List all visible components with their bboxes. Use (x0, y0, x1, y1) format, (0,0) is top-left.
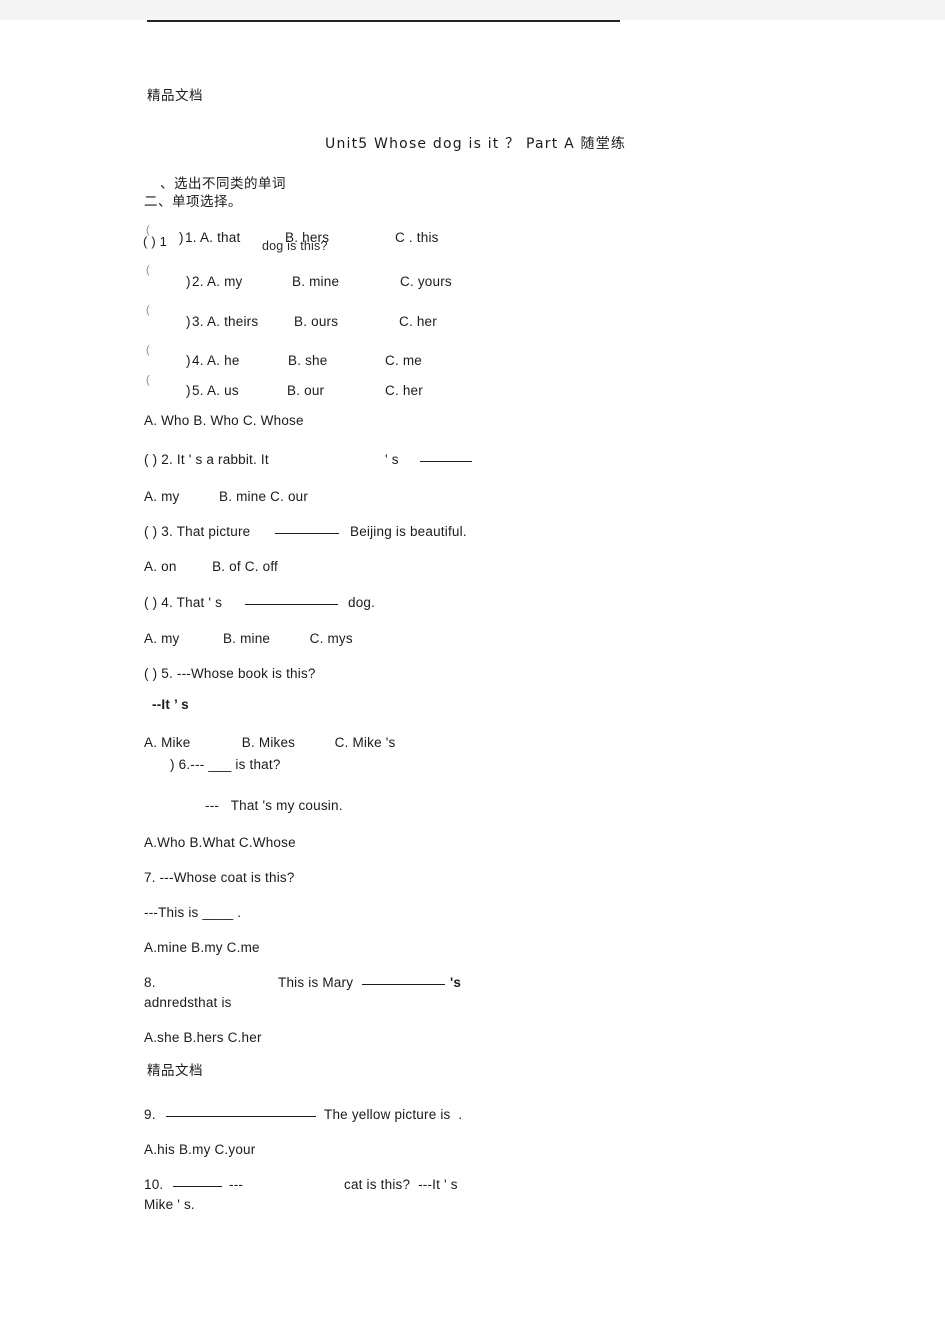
q7-stem: 7. ---Whose coat is this? (144, 870, 295, 885)
row3-option-a[interactable]: A. theirs (207, 313, 258, 330)
q8-stem-tail: 's (450, 975, 462, 990)
q4-options[interactable]: A. my B. mine C. mys (144, 630, 353, 647)
q8-stem: This is Mary (278, 975, 354, 990)
watermark-top: 精品文档 (147, 88, 203, 104)
row1-paren[interactable]: ) (179, 229, 184, 246)
stray-paren-5: ( (146, 374, 150, 386)
row3-option-b[interactable]: B. ours (294, 313, 338, 330)
q10-blank[interactable] (173, 1174, 222, 1191)
row4-option-b[interactable]: B. she (288, 352, 327, 369)
section-two-heading: 二、单项选择。 (144, 194, 242, 210)
row4-option-a[interactable]: A. he (207, 352, 240, 369)
q5-stem: ( ) 5. ---Whose book is this? (144, 666, 316, 681)
row1-option-a[interactable]: A. that (200, 229, 240, 246)
q2-stem: ( ) 2. It ' s a rabbit. It (144, 452, 269, 467)
row1-ghost-text: dog is this? (262, 239, 328, 253)
q3-options[interactable]: A. on B. of C. off (144, 558, 278, 575)
worksheet-page: 精品文档 Unit5 Whose dog is it ？ Part A 随堂练 … (0, 0, 945, 1338)
watermark-mid: 精品文档 (147, 1063, 203, 1079)
q2-blank[interactable] (420, 449, 472, 466)
row4-option-c[interactable]: C. me (385, 352, 422, 369)
q3-blank[interactable] (275, 521, 339, 538)
row4-number: 4. (192, 353, 204, 368)
q7-options[interactable]: A.mine B.my C.me (144, 939, 260, 956)
row5-option-c[interactable]: C. her (385, 382, 423, 399)
q10-number: 10. (144, 1177, 164, 1192)
q3-stem: ( ) 3. That picture (144, 524, 251, 539)
row5-option-a[interactable]: A. us (207, 382, 239, 399)
row3-option-c[interactable]: C. her (399, 313, 437, 330)
q4-stem-tail: dog. (348, 595, 376, 610)
q6-options[interactable]: A.Who B.What C.Whose (144, 834, 296, 851)
row2-option-a[interactable]: A. my (207, 273, 243, 290)
stray-paren-2: ( (146, 264, 150, 276)
q6-answer: --- That 's my cousin. (205, 798, 343, 813)
q2-options[interactable]: A. my B. mine C. our (144, 488, 308, 505)
q4-stem: ( ) 4. That ' s (144, 595, 223, 610)
q9-blank[interactable] (166, 1104, 316, 1121)
q8-blank[interactable] (362, 972, 445, 989)
q2-stem-tail: ' s (385, 452, 399, 467)
row1-number: 1. (185, 230, 197, 245)
row1-answer-marker[interactable]: ( ) 1 (143, 233, 167, 250)
q10-tail: Mike ' s. (144, 1197, 195, 1212)
q3-stem-tail: Beijing is beautiful. (350, 524, 467, 539)
q5-answer: --It ’ s (152, 697, 189, 712)
q9-number: 9. (144, 1107, 156, 1122)
page-title: Unit5 Whose dog is it ？ Part A 随堂练 (325, 136, 627, 152)
q4-blank[interactable] (245, 592, 338, 609)
stray-paren-4: ( (146, 344, 150, 356)
row5-number: 5. (192, 383, 204, 398)
row2-number: 2. (192, 274, 204, 289)
row5-option-b[interactable]: B. our (287, 382, 324, 399)
q9-stem: The yellow picture is . (324, 1107, 463, 1122)
row3-paren[interactable]: ) (186, 313, 191, 330)
q10-dash: --- (229, 1177, 244, 1192)
q10-stem: cat is this? ---It ' s (344, 1177, 458, 1192)
row3-number: 3. (192, 314, 204, 329)
row5-paren[interactable]: ) (186, 382, 191, 399)
q8-options[interactable]: A.she B.hers C.her (144, 1029, 262, 1046)
row2-option-b[interactable]: B. mine (292, 273, 339, 290)
row2-option-c[interactable]: C. yours (400, 273, 452, 290)
section-one-heading: 、选出不同类的单词 (160, 176, 286, 192)
row4-paren[interactable]: ) (186, 352, 191, 369)
row2-paren[interactable]: ) (186, 273, 191, 290)
row1-option-c[interactable]: C . this (395, 229, 439, 246)
q8-garbled-text: adnredsthat is (144, 995, 232, 1010)
q8-number: 8. (144, 975, 156, 990)
q1-options[interactable]: A. Who B. Who C. Whose (144, 412, 304, 429)
q6-stem: ) 6.--- ___ is that? (170, 757, 281, 772)
q7-answer: ---This is ____ . (144, 905, 242, 920)
q5-options[interactable]: A. Mike B. Mikes C. Mike 's (144, 734, 395, 751)
stray-paren-3: ( (146, 304, 150, 316)
q9-options[interactable]: A.his B.my C.your (144, 1141, 255, 1158)
